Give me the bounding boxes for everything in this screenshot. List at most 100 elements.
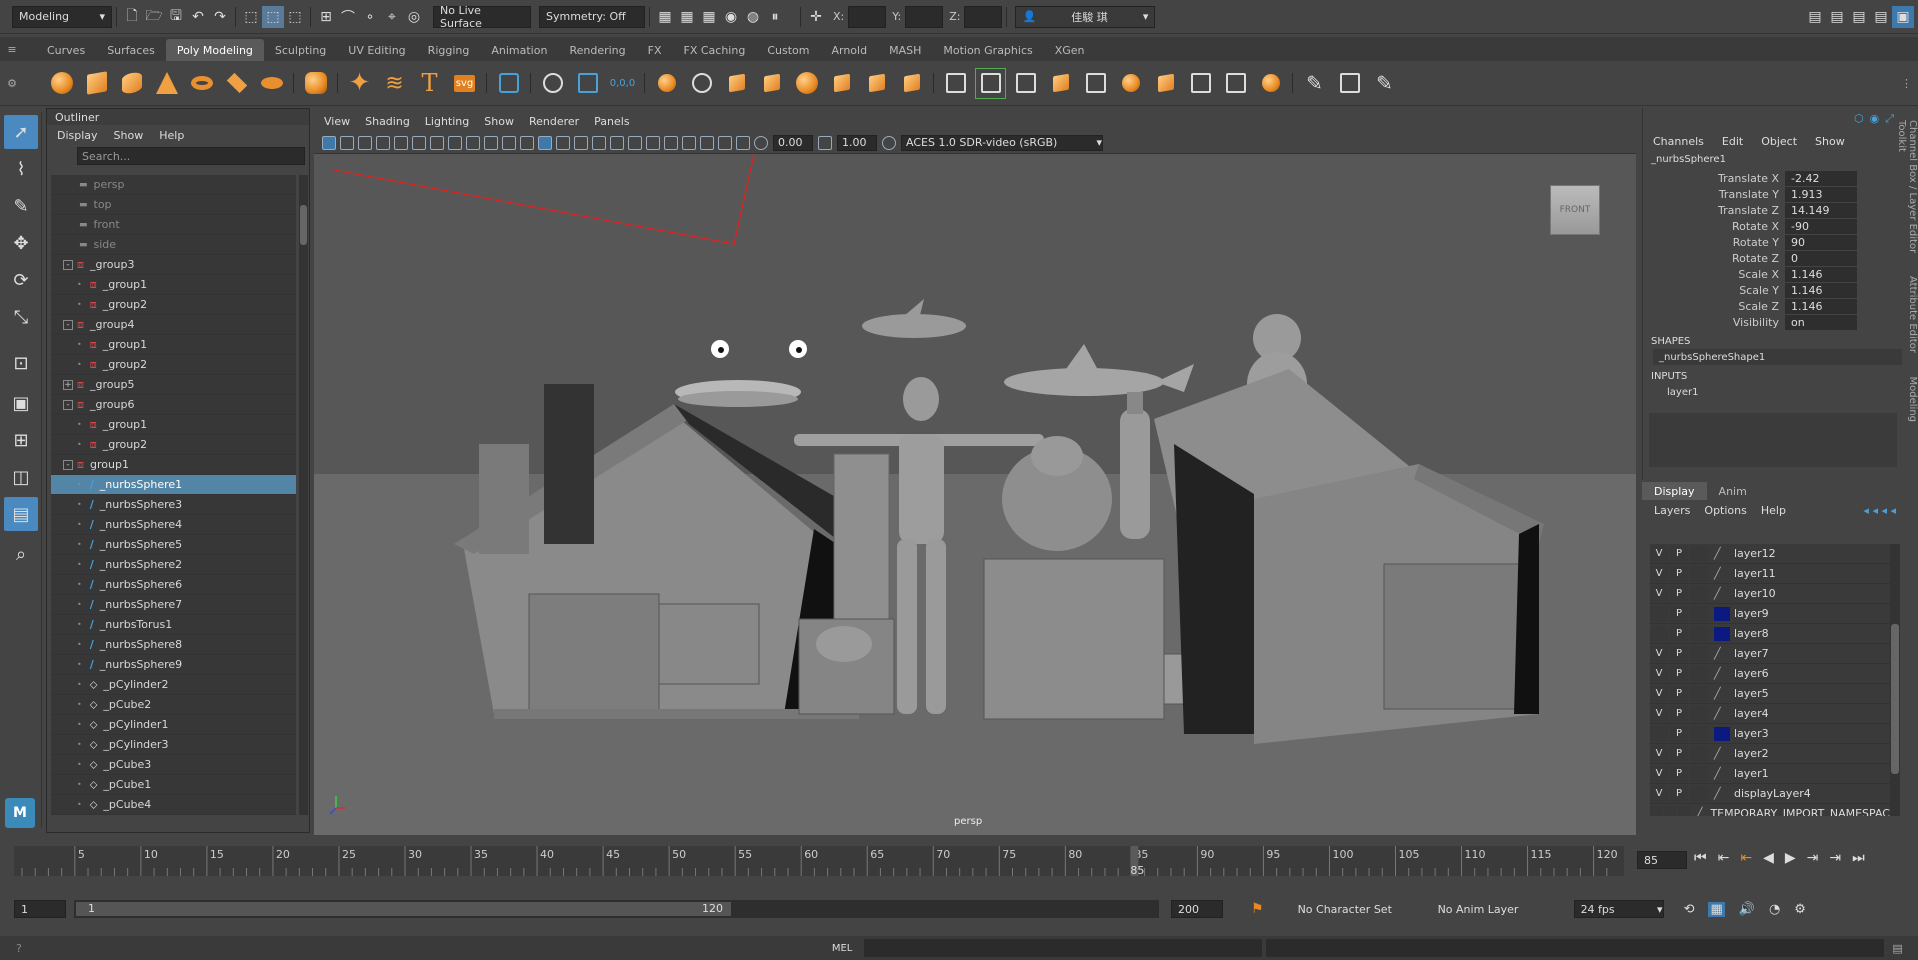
outliner-item[interactable]: • ⬦ _pCube4: [51, 795, 296, 815]
symmetry-dropdown[interactable]: Symmetry: Off: [539, 5, 645, 28]
outliner-item[interactable]: ▬ side: [51, 235, 296, 255]
layer-row[interactable]: V P ╱ layer10: [1650, 584, 1890, 604]
layer-scrollbar[interactable]: [1890, 544, 1900, 816]
outliner-item[interactable]: • ∕ _nurbsTorus1: [51, 615, 296, 635]
layer-type-toggle[interactable]: [1690, 785, 1708, 802]
layer-visibility-toggle[interactable]: V: [1650, 745, 1668, 762]
layer-playback-toggle[interactable]: P: [1670, 725, 1688, 742]
layer-playback-toggle[interactable]: P: [1670, 565, 1688, 582]
textured-icon[interactable]: [574, 135, 588, 150]
wireframe-on-shaded-icon[interactable]: [556, 135, 570, 150]
input-node[interactable]: layer1: [1653, 384, 1902, 400]
uv-editor-icon[interactable]: ✎: [1299, 68, 1330, 99]
attribute-value[interactable]: 90: [1785, 234, 1857, 250]
layer-visibility-toggle[interactable]: [1650, 725, 1668, 742]
four-view-icon[interactable]: ⊞: [4, 423, 38, 457]
outliner-item[interactable]: • ∕ _nurbsSphere8: [51, 635, 296, 655]
collapse-icon[interactable]: -: [63, 259, 73, 270]
outliner-view-icon[interactable]: ▤: [4, 497, 38, 531]
pin-icon[interactable]: ⤢: [1885, 112, 1894, 126]
pause-icon[interactable]: ⏸: [764, 6, 786, 28]
tab-poly-modeling[interactable]: Poly Modeling: [165, 39, 264, 61]
arnold-render-icon[interactable]: ◍: [742, 6, 764, 28]
layer-playback-toggle[interactable]: [1663, 805, 1676, 816]
snap-grid-icon[interactable]: ⊞: [315, 6, 337, 28]
tab-xgen[interactable]: XGen: [1044, 39, 1096, 61]
smooth-shade-icon[interactable]: [538, 135, 552, 150]
viewport-canvas[interactable]: [314, 154, 1636, 835]
render-settings-icon[interactable]: ▦: [698, 6, 720, 28]
sidebar-toggle-icon[interactable]: ▤: [1804, 6, 1826, 28]
character-set-dropdown[interactable]: No Character Set: [1292, 900, 1422, 918]
search-icon[interactable]: ⌕: [4, 537, 38, 571]
tab-animation[interactable]: Animation: [480, 39, 558, 61]
torus-icon[interactable]: [186, 68, 217, 99]
gamma-field[interactable]: 1.00: [837, 134, 877, 151]
layer-menu-help[interactable]: Help: [1761, 504, 1786, 517]
channel-attribute-row[interactable]: Visibility on: [1643, 314, 1918, 330]
attribute-value[interactable]: 1.913: [1785, 186, 1857, 202]
antialias-icon[interactable]: [646, 135, 660, 150]
snap-surface-icon[interactable]: ◎: [403, 6, 425, 28]
layout-icon[interactable]: ▤: [1870, 6, 1892, 28]
layer-type-toggle[interactable]: [1690, 745, 1708, 762]
go-to-end-icon[interactable]: ⏭: [1852, 850, 1865, 866]
viewport-menu-panels[interactable]: Panels: [594, 115, 629, 128]
layer-visibility-toggle[interactable]: V: [1650, 665, 1668, 682]
boolean-icon[interactable]: [791, 68, 822, 99]
tab-display[interactable]: Display: [1642, 482, 1707, 500]
platonic-icon[interactable]: [300, 68, 331, 99]
speed-icon[interactable]: ◔: [1769, 902, 1780, 917]
sphere-icon[interactable]: [46, 68, 77, 99]
channel-attribute-row[interactable]: Translate Y 1.913: [1643, 186, 1918, 202]
go-to-start-icon[interactable]: ⏮: [1694, 850, 1707, 866]
layer-type-toggle[interactable]: [1690, 685, 1708, 702]
safe-action-icon[interactable]: [484, 135, 498, 150]
star-icon[interactable]: ✦: [344, 68, 375, 99]
measure-icon[interactable]: [537, 68, 568, 99]
cache-icon[interactable]: ▦: [1708, 901, 1725, 917]
snap-align-icon[interactable]: [572, 68, 603, 99]
loop-icon[interactable]: ⟲: [1684, 902, 1695, 917]
outliner-item[interactable]: • ⬦ _pCube2: [51, 695, 296, 715]
sculpt-icon[interactable]: [1255, 68, 1286, 99]
two-view-icon[interactable]: ◫: [4, 460, 38, 494]
outliner-menu-show[interactable]: Show: [114, 129, 144, 142]
tab-mash[interactable]: MASH: [878, 39, 932, 61]
poke-icon[interactable]: [1185, 68, 1216, 99]
layer-visibility-toggle[interactable]: V: [1650, 565, 1668, 582]
channel-menu-channels[interactable]: Channels: [1653, 135, 1704, 148]
snap-point-icon[interactable]: ∘: [359, 6, 381, 28]
layer-color-swatch[interactable]: ╱: [1714, 647, 1730, 661]
text-icon[interactable]: T: [414, 68, 445, 99]
multi-cut-icon[interactable]: [1045, 68, 1076, 99]
outliner-scrollbar[interactable]: [299, 175, 308, 815]
channel-menu-show[interactable]: Show: [1815, 135, 1845, 148]
attribute-value[interactable]: 1.146: [1785, 282, 1857, 298]
end-frame-field[interactable]: 200: [1171, 900, 1223, 918]
outliner-item[interactable]: + ⧈ _group5: [51, 375, 296, 395]
layer-type-toggle[interactable]: [1690, 725, 1708, 742]
mirror-icon[interactable]: [756, 68, 787, 99]
render-icon[interactable]: ▦: [654, 6, 676, 28]
attribute-value[interactable]: 1.146: [1785, 298, 1857, 314]
layer-playback-toggle[interactable]: P: [1670, 745, 1688, 762]
layer-color-swatch[interactable]: ╱: [1714, 767, 1730, 781]
rotate-tool-icon[interactable]: ⟳: [4, 263, 38, 297]
camera-attributes-icon[interactable]: [340, 135, 354, 150]
tab-motion-graphics[interactable]: Motion Graphics: [932, 39, 1043, 61]
z-field[interactable]: [964, 5, 1003, 28]
bookmarks-icon[interactable]: [358, 135, 372, 150]
collapse-icon[interactable]: -: [63, 399, 73, 410]
user-dropdown[interactable]: 👤 佳駿 琪 ▾: [1015, 5, 1156, 28]
anim-layer-dropdown[interactable]: No Anim Layer: [1432, 900, 1552, 918]
shelf-scroll-icon[interactable]: ⋮: [1901, 77, 1912, 90]
disc-icon[interactable]: [256, 68, 287, 99]
layer-color-swatch[interactable]: [1714, 726, 1730, 741]
channel-attribute-row[interactable]: Scale Y 1.146: [1643, 282, 1918, 298]
layer-color-swatch[interactable]: ╱: [1714, 687, 1730, 701]
gate-mask-icon[interactable]: [448, 135, 462, 150]
outliner-item[interactable]: • ⬦ _pCylinder1: [51, 715, 296, 735]
layer-row[interactable]: V P ╱ layer1: [1650, 764, 1890, 784]
outliner-item[interactable]: • ⧈ _group2: [51, 295, 296, 315]
